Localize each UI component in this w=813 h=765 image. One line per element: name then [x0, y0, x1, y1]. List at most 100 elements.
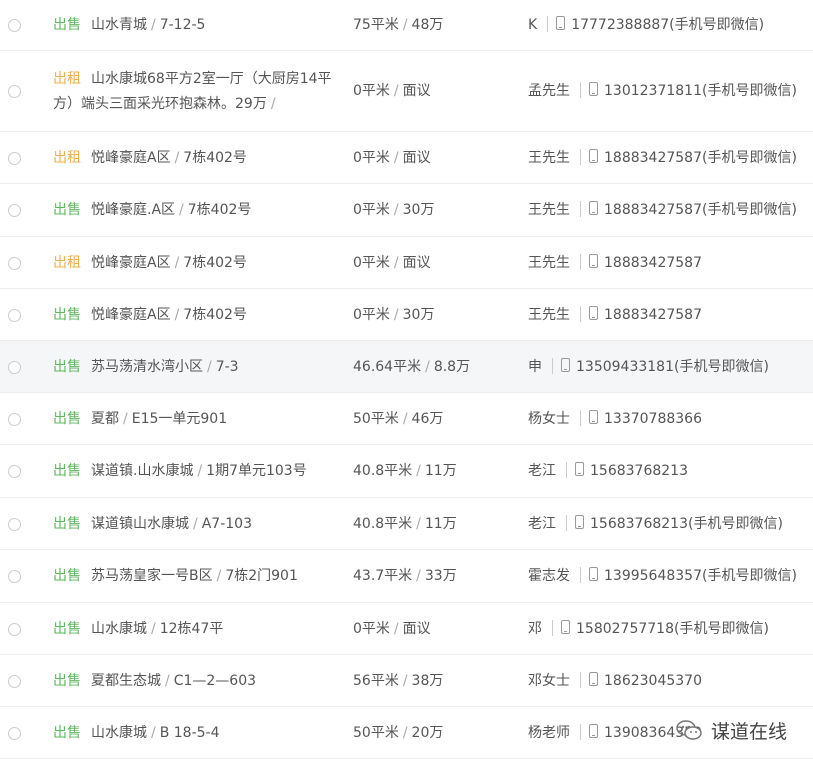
- contact-name: 邓女士: [528, 673, 570, 689]
- listing-name[interactable]: 山水康城68平方2室一厅（大厨房14平方）端头三面采光环抱森林。29万: [53, 71, 332, 112]
- listing-row[interactable]: 出售 谋道镇.山水康城/1期7单元103号 40.8平米/11万 老江 15683768…: [0, 445, 813, 498]
- divider: [547, 16, 549, 32]
- phone-icon: [561, 620, 570, 634]
- row-select-radio[interactable]: [8, 465, 21, 478]
- listing-price: 30万: [402, 307, 435, 323]
- listing-type-badge: 出售: [53, 725, 81, 741]
- row-select-radio[interactable]: [8, 85, 21, 98]
- listing-name[interactable]: 山水康城: [91, 621, 147, 637]
- separator: /: [393, 621, 399, 637]
- contact-phone[interactable]: 15683768213: [590, 463, 688, 479]
- listing-area-price-cell: 40.8平米/11万: [353, 512, 518, 537]
- row-select-radio[interactable]: [8, 309, 21, 322]
- contact-phone[interactable]: 18623045370: [604, 673, 702, 689]
- listing-area-price-cell: 56平米/38万: [353, 669, 518, 694]
- contact-name: 邓: [528, 621, 542, 637]
- divider: [566, 462, 567, 478]
- row-select-radio[interactable]: [8, 675, 21, 688]
- listing-name[interactable]: 苏马荡皇家一号B区: [91, 568, 213, 584]
- wechat-icon: [676, 720, 702, 740]
- row-select-radio[interactable]: [8, 623, 21, 636]
- contact-phone[interactable]: 13509433181(手机号即微信): [576, 359, 769, 375]
- contact-phone[interactable]: 13995648357(手机号即微信): [604, 568, 797, 584]
- listing-row[interactable]: 出售 山水康城/12栋47平 0平米 / 面议邓 15802757718(手机号即微信): [0, 603, 813, 655]
- listing-row[interactable]: 出售 夏都生态城 / C1—2—603 56平米/38万 邓女士 18623045370: [0, 655, 813, 707]
- listing-name[interactable]: 悦峰豪庭.A区: [91, 202, 175, 218]
- listing-name[interactable]: 山水青城: [91, 17, 147, 33]
- listing-row[interactable]: 出售 苏马荡皇家一号B区/7栋2门901 43.7平米/33万 霍志发 13995648…: [0, 550, 813, 603]
- contact-phone[interactable]: 18883427587(手机号即微信): [604, 202, 797, 218]
- listing-name[interactable]: 悦峰豪庭A区: [91, 307, 171, 323]
- contact-name: 杨女士: [528, 411, 570, 427]
- contact-phone[interactable]: 18883427587: [604, 307, 702, 323]
- listing-price: 8.8万: [433, 359, 471, 375]
- listing-unit: C1—2—603: [173, 673, 257, 689]
- contact-phone[interactable]: 18883427587: [604, 255, 702, 271]
- row-select-radio[interactable]: [8, 727, 21, 740]
- divider: [580, 410, 581, 426]
- listing-unit: 7栋402号: [187, 202, 252, 218]
- listing-row[interactable]: 出售 夏都 / E15一单元901 50平米/46万 杨女士 13370788366: [0, 393, 813, 445]
- contact-phone[interactable]: 18883427587(手机号即微信): [604, 150, 797, 166]
- watermark: 谋道在线: [675, 715, 787, 745]
- listing-unit: 1期7单元103号: [206, 463, 307, 479]
- listing-row[interactable]: 出租 悦峰豪庭A区/7栋402号 0平米 / 面议 王先生 18883427587(手机号即…: [0, 132, 813, 184]
- contact-name: 孟先生: [528, 83, 570, 99]
- separator: /: [402, 411, 408, 427]
- listing-area: 40.8平米: [353, 516, 413, 532]
- listing-name[interactable]: 悦峰豪庭A区: [91, 255, 171, 271]
- listing-name[interactable]: 夏都生态城: [91, 673, 161, 689]
- listing-row[interactable]: 出售 悦峰豪庭A区/7栋402号 0平米/30万 王先生 18883427587: [0, 289, 813, 341]
- listing-title-cell: 出售 谋道镇山水康城 / A7-103: [53, 512, 343, 537]
- separator: /: [393, 202, 399, 218]
- contact-phone[interactable]: 15683768213(手机号即微信): [590, 516, 783, 532]
- listing-row[interactable]: 出售 悦峰豪庭.A区/7栋402号 0平米/30万 王先生 18883427587(手机…: [0, 184, 813, 237]
- listing-name[interactable]: 苏马荡清水湾小区: [91, 359, 203, 375]
- listing-row[interactable]: 出租 山水康城68平方2室一厅（大厨房14平方）端头三面采光环抱森林。29万/0平…: [0, 51, 813, 132]
- listing-unit: 7-12-5: [159, 17, 206, 33]
- listing-row[interactable]: 出售 谋道镇山水康城 / A7-103 40.8平米/11万 老江 15683768213(…: [0, 498, 813, 550]
- row-select-radio[interactable]: [8, 204, 21, 217]
- contact-phone[interactable]: 17772388887(手机号即微信): [571, 17, 764, 33]
- phone-icon: [575, 462, 584, 476]
- row-select-radio[interactable]: [8, 152, 21, 165]
- listing-price: 面议: [402, 83, 431, 99]
- contact-name: 杨老师: [528, 725, 570, 741]
- listing-area-price-cell: 0平米 / 面议: [353, 251, 518, 276]
- listing-area-price-cell: 0平米/30万: [353, 303, 518, 328]
- listing-name[interactable]: 谋道镇.山水康城: [91, 463, 193, 479]
- row-select-radio[interactable]: [8, 361, 21, 374]
- contact-phone[interactable]: 13012371811(手机号即微信): [604, 83, 797, 99]
- row-select-radio[interactable]: [8, 518, 21, 531]
- contact-name: 老江: [528, 516, 556, 532]
- listing-contact-cell: 孟先生 13012371811(手机号即微信): [528, 79, 813, 104]
- listing-name[interactable]: 山水康城: [91, 725, 147, 741]
- row-select-radio[interactable]: [8, 570, 21, 583]
- listing-row[interactable]: 出售 山水青城/7-12-5 75平米/48万 K 17772388887(手机号即微信…: [0, 0, 813, 51]
- listing-area: 56平米: [353, 673, 399, 689]
- listing-name[interactable]: 夏都: [91, 411, 119, 427]
- listing-type-badge: 出售: [53, 621, 81, 637]
- separator: /: [151, 621, 156, 637]
- phone-icon: [589, 82, 598, 96]
- row-select-radio[interactable]: [8, 19, 21, 32]
- listing-row[interactable]: 出租 悦峰豪庭A区/7栋402号 0平米 / 面议 王先生 18883427587: [0, 237, 813, 289]
- listing-contact-cell: 邓 15802757718(手机号即微信): [528, 617, 813, 642]
- listing-contact-cell: 杨女士 13370788366: [528, 407, 813, 432]
- phone-icon: [589, 672, 598, 686]
- divider: [552, 620, 553, 636]
- listing-area: 75平米: [353, 17, 399, 33]
- listing-title-cell: 出售 苏马荡皇家一号B区/7栋2门901: [53, 564, 343, 589]
- listing-type-badge: 出租: [53, 71, 81, 87]
- phone-icon: [561, 358, 570, 372]
- phone-icon: [589, 567, 598, 581]
- contact-phone[interactable]: 15802757718(手机号即微信): [576, 621, 769, 637]
- listing-unit: 7栋402号: [183, 150, 247, 166]
- row-select-radio[interactable]: [8, 413, 21, 426]
- separator: /: [393, 255, 399, 271]
- listing-name[interactable]: 悦峰豪庭A区: [91, 150, 171, 166]
- contact-phone[interactable]: 13370788366: [604, 411, 702, 427]
- listing-row[interactable]: 出售 苏马荡清水湾小区/7-3 46.64平米/8.8万申 13509433181(手…: [0, 341, 813, 393]
- row-select-radio[interactable]: [8, 257, 21, 270]
- listing-name[interactable]: 谋道镇山水康城: [91, 516, 189, 532]
